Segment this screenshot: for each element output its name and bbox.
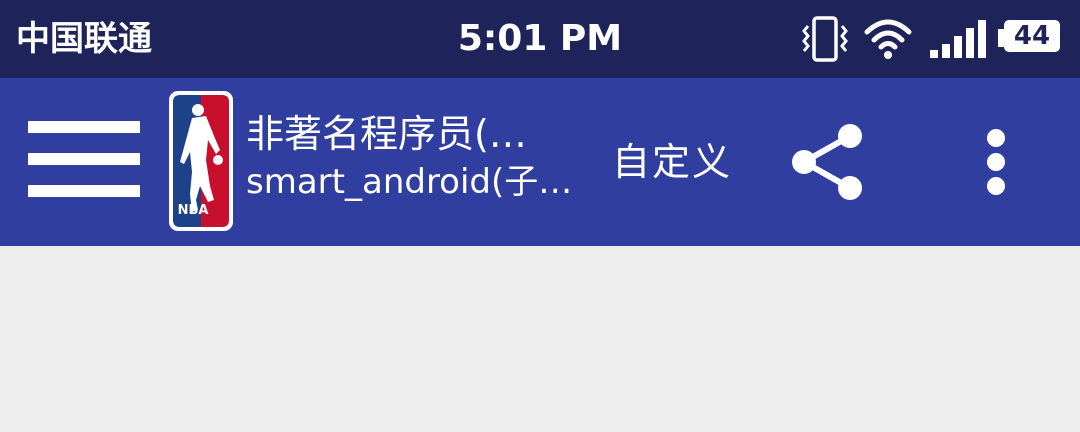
more-vert-icon	[987, 129, 1005, 195]
nba-logo: NBA	[168, 90, 234, 232]
battery-level: 44	[1013, 21, 1051, 51]
menu-icon	[22, 116, 146, 206]
title-block: 非著名程序员(… smart_android(子…	[246, 108, 596, 204]
content-area	[0, 246, 1080, 432]
share-icon	[792, 124, 862, 200]
nba-logo-text: NBA	[177, 203, 209, 218]
share-button[interactable]	[786, 118, 870, 208]
signal-icon	[930, 20, 986, 58]
overflow-menu-button[interactable]	[970, 118, 1022, 208]
wifi-icon	[864, 19, 912, 59]
vibrate-icon	[802, 16, 848, 62]
battery-icon: 44	[998, 20, 1066, 58]
app-bar: NBA 非著名程序员(… smart_android(子… 自定义	[0, 78, 1080, 246]
status-bar: 中国联通 5:01 PM 44	[0, 0, 1080, 78]
custom-action-button[interactable]: 自定义	[612, 136, 732, 188]
page-subtitle: smart_android(子…	[246, 162, 573, 202]
page-title: 非著名程序员(…	[246, 112, 527, 156]
menu-button[interactable]	[22, 116, 146, 206]
status-icons: 44	[800, 14, 1066, 64]
